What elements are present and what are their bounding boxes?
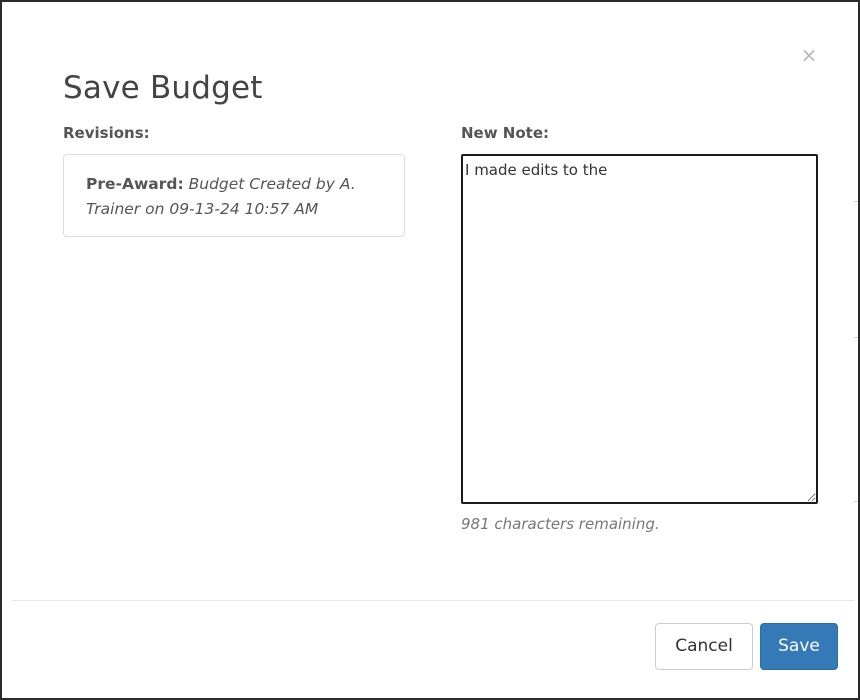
backdrop-divider — [854, 501, 858, 502]
revision-stage: Pre-Award: — [86, 175, 184, 193]
new-note-textarea[interactable]: I made edits to the — [461, 154, 818, 504]
close-icon[interactable]: × — [800, 45, 818, 65]
revision-item: Pre-Award: Budget Created by A. Trainer … — [86, 172, 386, 222]
backdrop-divider — [854, 337, 858, 338]
new-note-label: New Note: — [461, 124, 550, 142]
modal-title: Save Budget — [63, 70, 263, 106]
footer-divider — [12, 600, 854, 601]
characters-remaining: 981 characters remaining. — [461, 515, 660, 533]
save-button[interactable]: Save — [760, 623, 838, 670]
cancel-button[interactable]: Cancel — [655, 623, 753, 670]
screenshot-frame: × Save Budget Revisions: Pre-Award: Budg… — [0, 0, 860, 700]
revision-list: Pre-Award: Budget Created by A. Trainer … — [63, 154, 405, 237]
backdrop-divider — [854, 201, 858, 202]
revisions-label: Revisions: — [63, 124, 150, 142]
save-budget-modal: × Save Budget Revisions: Pre-Award: Budg… — [12, 12, 854, 694]
